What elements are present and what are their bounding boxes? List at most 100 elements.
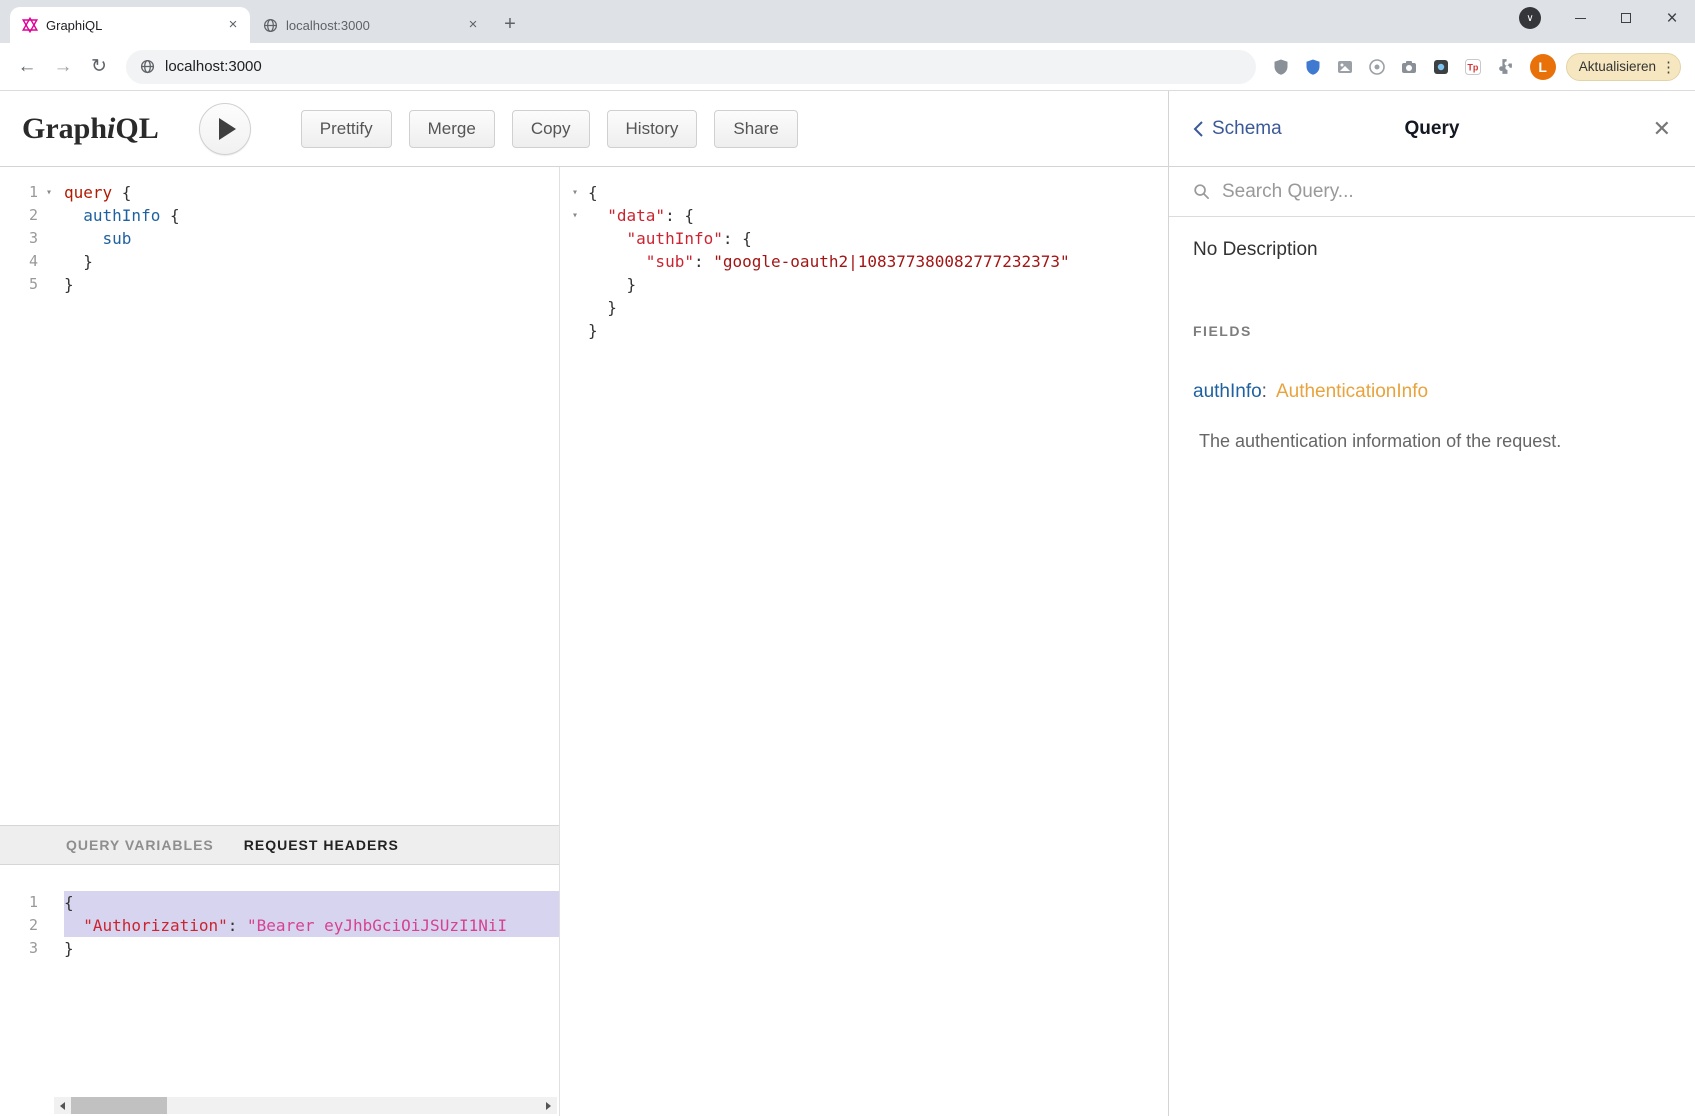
result-code[interactable]: ▾{▾ "data" : { "authInfo": { "sub": "goog… — [560, 167, 1168, 1116]
field-row: authInfo:AuthenticationInfo — [1193, 381, 1671, 403]
minimize-button[interactable] — [1557, 0, 1603, 36]
code-line: "sub": "google-oauth2|108377380082777232… — [568, 250, 1168, 273]
code-token: sub — [103, 227, 132, 250]
line-number: 3 — [0, 227, 54, 250]
history-button[interactable]: History — [607, 110, 698, 148]
extension-image-icon[interactable] — [1334, 56, 1356, 78]
tab-search-button[interactable]: ∨ — [1519, 7, 1541, 29]
code-line: } — [64, 273, 559, 296]
variables-title-bar: QUERY VARIABLES REQUEST HEADERS — [0, 825, 559, 865]
selection-fill — [507, 914, 559, 937]
puzzle-icon[interactable] — [1494, 56, 1516, 78]
fold-toggle-icon[interactable]: ▾ — [568, 204, 588, 227]
docs-panel: Query Schema ✕ No Description FIELDS aut… — [1168, 91, 1695, 1116]
scroll-right-button[interactable] — [540, 1097, 557, 1114]
share-button[interactable]: Share — [714, 110, 797, 148]
code-token — [588, 227, 627, 250]
code-token: } — [588, 319, 598, 342]
prettify-button[interactable]: Prettify — [301, 110, 392, 148]
code-token: "Bearer eyJhbGciOiJSUzI1NiI — [247, 914, 507, 937]
extension-record-icon[interactable] — [1366, 56, 1388, 78]
line-number: 2 — [0, 914, 54, 937]
tab-request-headers[interactable]: REQUEST HEADERS — [244, 837, 399, 853]
type-name-link[interactable]: AuthenticationInfo — [1276, 381, 1428, 402]
selection-fill — [74, 891, 559, 914]
scroll-left-button[interactable] — [54, 1097, 71, 1114]
extension-camera-icon[interactable] — [1398, 56, 1420, 78]
fold-gutter-cell — [568, 250, 588, 273]
new-tab-button[interactable]: + — [496, 10, 524, 38]
type-description: No Description — [1193, 239, 1671, 261]
search-icon — [1193, 183, 1210, 200]
update-menu-button[interactable]: Aktualisieren ⋮ — [1566, 53, 1681, 81]
browser-navbar: ← → ↻ localhost:3000 — [0, 43, 1695, 91]
editor-column: 1▾2345 query { authInfo { sub }} QUERY V… — [0, 167, 560, 1116]
code-token: : — [228, 914, 247, 937]
code-token: authInfo — [83, 204, 160, 227]
extension-shield-gray-icon[interactable] — [1270, 56, 1292, 78]
code-token: "data" — [607, 204, 665, 227]
query-code[interactable]: query { authInfo { sub }} — [54, 167, 559, 825]
result-pane: ▾{▾ "data" : { "authInfo": { "sub": "goog… — [560, 167, 1168, 1116]
code-token: "authInfo" — [627, 227, 723, 250]
docs-search-input[interactable] — [1222, 181, 1671, 203]
code-token: query — [64, 181, 112, 204]
toolbar-buttons: Prettify Merge Copy History Share — [301, 110, 798, 148]
docs-back-button[interactable]: Schema — [1193, 118, 1282, 140]
copy-button[interactable]: Copy — [512, 110, 590, 148]
close-tab-icon[interactable]: × — [224, 16, 242, 34]
fold-gutter-cell — [568, 227, 588, 250]
maximize-button[interactable] — [1603, 0, 1649, 36]
field-name-link[interactable]: authInfo — [1193, 381, 1262, 402]
tab-localhost[interactable]: localhost:3000 × — [250, 7, 490, 43]
workspace: 1▾2345 query { authInfo { sub }} QUERY V… — [0, 167, 1168, 1116]
scrollbar-thumb[interactable] — [71, 1097, 167, 1114]
fold-toggle-icon[interactable]: ▾ — [568, 181, 588, 204]
fold-toggle-icon[interactable]: ▾ — [46, 181, 52, 204]
code-token: } — [588, 296, 617, 319]
code-line: } — [64, 937, 559, 960]
graphql-logo-icon — [22, 17, 38, 33]
tab-title: localhost:3000 — [286, 18, 464, 33]
code-token: } — [64, 273, 74, 296]
extension-dark-app-icon[interactable] — [1430, 56, 1452, 78]
merge-button[interactable]: Merge — [409, 110, 495, 148]
play-icon — [219, 118, 236, 140]
graphiql-topbar: GraphiQL Prettify Merge Copy History Sha… — [0, 91, 1168, 167]
close-window-button[interactable]: × — [1649, 0, 1695, 36]
code-line: } — [568, 296, 1168, 319]
forward-button[interactable]: → — [46, 50, 80, 84]
window-controls: ∨ × — [1519, 0, 1695, 36]
fold-gutter-cell — [568, 273, 588, 296]
globe-favicon-icon — [262, 17, 278, 33]
code-line: sub — [64, 227, 559, 250]
profile-avatar[interactable]: L — [1530, 54, 1556, 80]
code-line: } — [568, 319, 1168, 342]
site-info-icon[interactable] — [140, 59, 155, 74]
logo-ql: QL — [115, 112, 158, 145]
extension-shield-blue-icon[interactable] — [1302, 56, 1324, 78]
logo-graph: Graph — [22, 112, 107, 145]
headers-code[interactable]: { "Authorization": "Bearer eyJhbGciOiJSU… — [54, 865, 559, 1116]
extension-tp-icon[interactable]: Tp — [1462, 56, 1484, 78]
horizontal-scrollbar[interactable] — [54, 1097, 557, 1114]
close-tab-icon[interactable]: × — [464, 16, 482, 34]
code-token: : { — [723, 227, 752, 250]
execute-button[interactable] — [199, 103, 251, 155]
tab-graphiql[interactable]: GraphiQL × — [10, 7, 250, 43]
code-line: "authInfo": { — [568, 227, 1168, 250]
address-bar[interactable]: localhost:3000 — [126, 50, 1256, 84]
code-token: } — [64, 250, 93, 273]
back-button[interactable]: ← — [10, 50, 44, 84]
code-token: { — [588, 181, 598, 204]
reload-button[interactable]: ↻ — [82, 50, 116, 84]
scrollbar-track[interactable] — [71, 1097, 540, 1114]
field-description: The authentication information of the re… — [1193, 431, 1671, 452]
docs-close-button[interactable]: ✕ — [1653, 116, 1671, 142]
tab-query-variables[interactable]: QUERY VARIABLES — [66, 837, 214, 853]
line-number: 5 — [0, 273, 54, 296]
code-token: "google-oauth2|108377380082777232373" — [713, 250, 1069, 273]
line-number: 2 — [0, 204, 54, 227]
code-token: { — [160, 204, 179, 227]
docs-back-label: Schema — [1212, 118, 1282, 140]
